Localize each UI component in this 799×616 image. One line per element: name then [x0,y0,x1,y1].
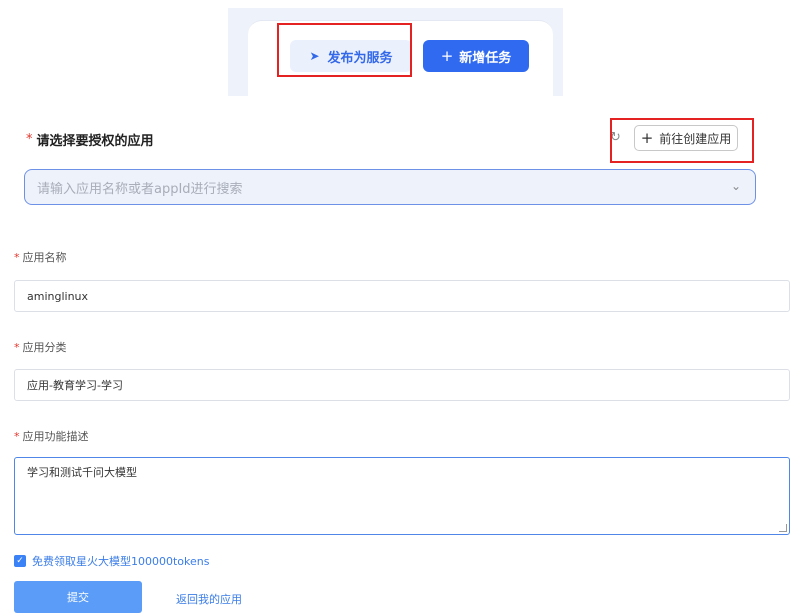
submit-label: 提交 [67,591,89,604]
back-to-my-apps-link[interactable]: 返回我的应用 [176,591,242,607]
app-category-label-text: 应用分类 [22,341,67,354]
plus-icon: + [440,47,454,65]
free-tokens-label: 免费领取星火大模型100000tokens [32,555,210,568]
required-mark: * [26,132,33,147]
select-app-title-text: 请选择要授权的应用 [36,134,154,149]
app-description-value: 学习和测试千问大模型 [27,466,137,479]
app-description-label-text: 应用功能描述 [22,430,89,443]
app-name-input[interactable]: aminglinux [14,280,790,312]
app-category-label: * 应用分类 [14,339,67,355]
required-mark: * [14,430,20,443]
app-category-input[interactable]: 应用-教育学习-学习 [14,369,790,401]
required-mark: * [14,251,20,264]
app-description-label: * 应用功能描述 [14,428,89,444]
app-search-select[interactable]: 请输入应用名称或者appId进行搜索 ⌄ [24,169,756,205]
resize-handle[interactable] [779,524,787,532]
free-tokens-option[interactable]: ✓ 免费领取星火大模型100000tokens [14,553,209,569]
chevron-down-icon: ⌄ [730,179,741,193]
app-category-value: 应用-教育学习-学习 [27,379,123,392]
submit-button[interactable]: 提交 [14,581,142,613]
app-name-label: * 应用名称 [14,249,67,265]
add-task-button[interactable]: + 新增任务 [423,40,529,72]
highlight-box-publish [277,23,412,77]
app-name-label-text: 应用名称 [22,251,67,264]
app-name-value: aminglinux [27,289,89,303]
add-task-label: 新增任务 [459,50,512,66]
app-search-placeholder: 请输入应用名称或者appId进行搜索 [37,181,243,197]
checkbox-checked-icon[interactable]: ✓ [14,555,26,567]
required-mark: * [14,341,20,354]
app-description-textarea[interactable]: 学习和测试千问大模型 [14,457,790,535]
highlight-box-create-app [610,118,754,163]
select-app-title: * 请选择要授权的应用 [26,130,154,149]
